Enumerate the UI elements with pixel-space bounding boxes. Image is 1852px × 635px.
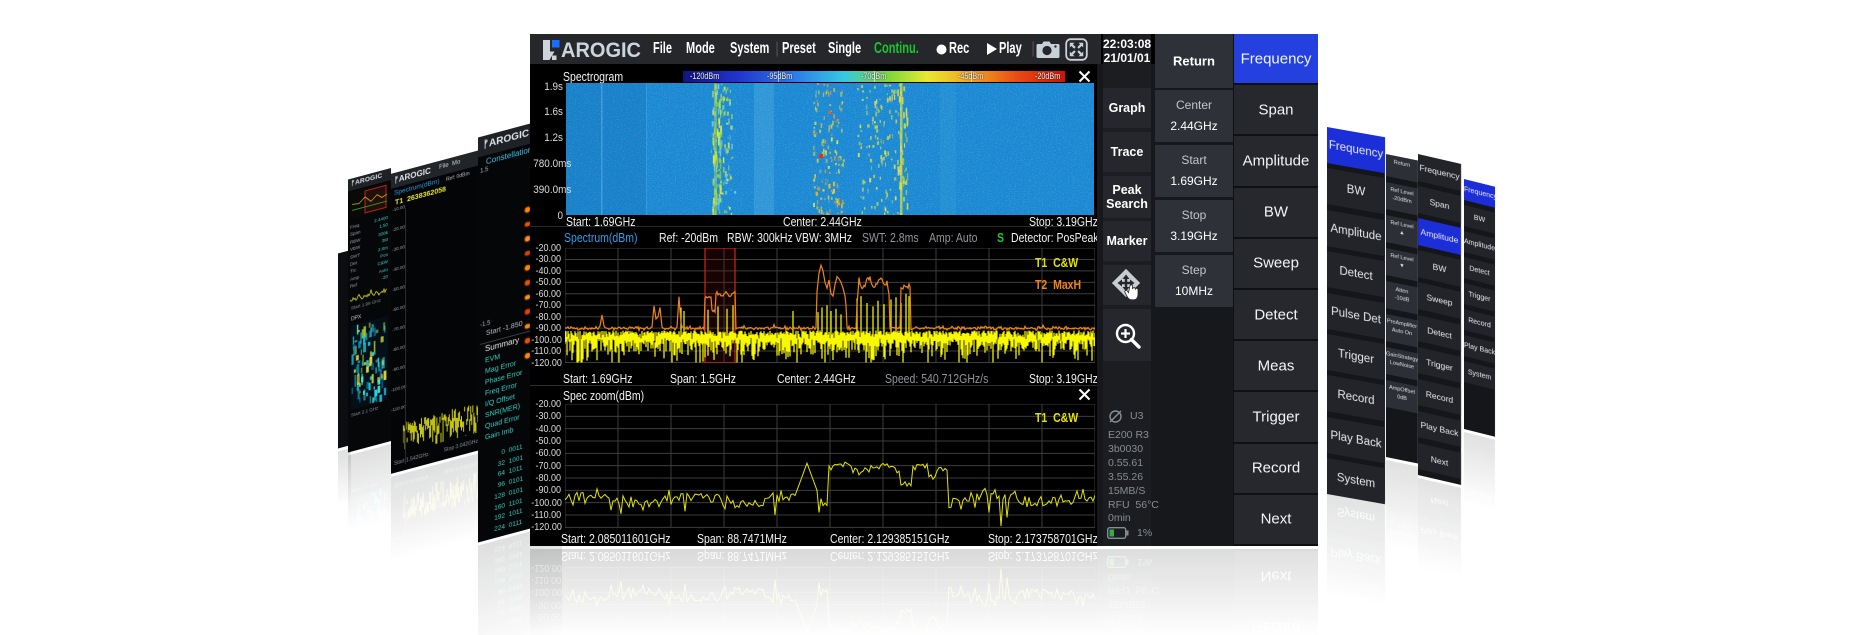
svg-text:AROGIC: AROGIC <box>561 39 641 61</box>
